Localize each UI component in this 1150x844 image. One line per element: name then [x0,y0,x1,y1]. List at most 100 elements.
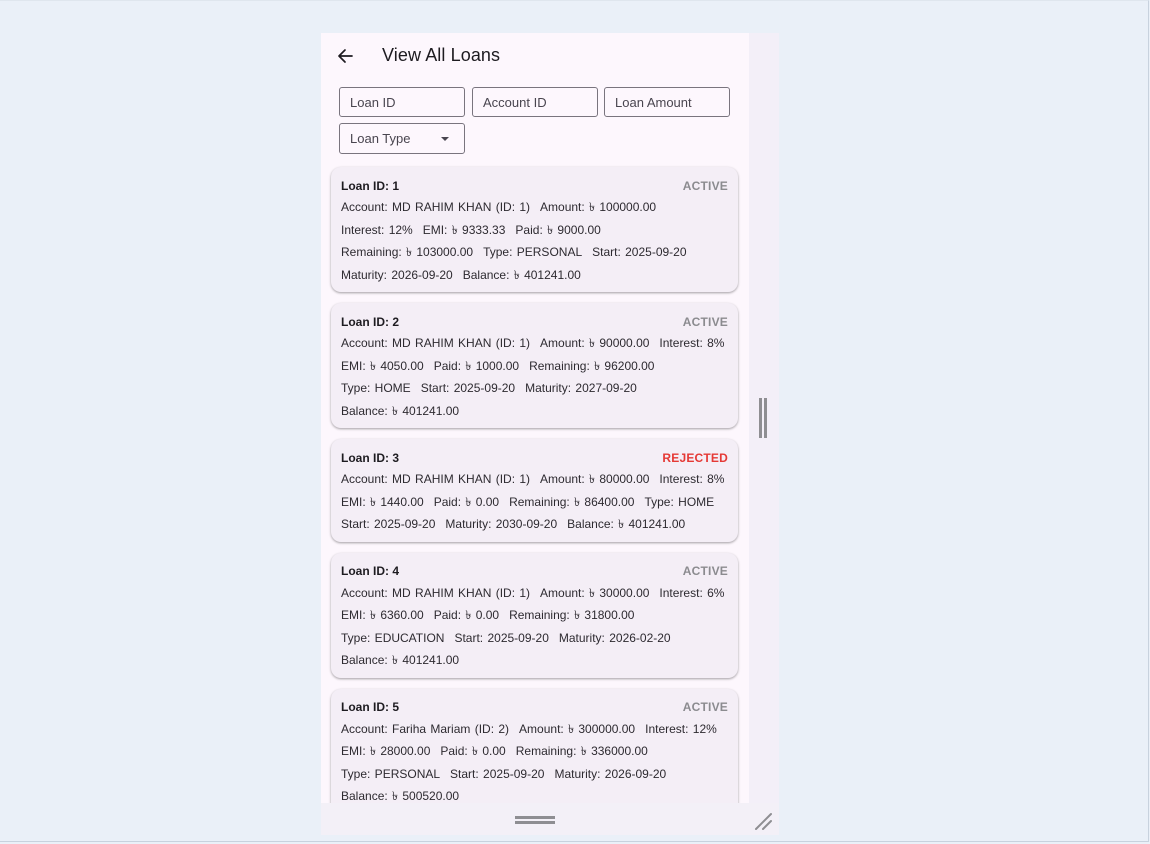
loan-amount-input[interactable] [604,87,730,117]
loan-id-label: Loan ID: 4 [341,564,400,578]
loan-detail-field: Start: 2025-09-20 [454,630,549,645]
loan-detail-field: Amount: ৳ 300000.00 [519,721,636,736]
loan-card-header: Loan ID: 3 REJECTED [341,449,728,466]
loan-detail-line: Account: Fariha Mariam (ID: 2) Amount: ৳ … [341,718,728,741]
loan-detail-field: Balance: ৳ 401241.00 [567,517,686,531]
horizontal-drag-handle[interactable] [515,816,555,824]
loan-detail-field: Amount: ৳ 30000.00 [540,585,650,600]
loan-detail-line: Balance: ৳ 401241.00 [341,649,728,672]
loan-detail-field: Amount: ৳ 80000.00 [540,472,650,486]
loan-detail-line: Account: MD RAHIM KHAN (ID: 1) Amount: ৳ … [341,582,728,605]
app-bar: View All Loans [321,33,749,79]
loan-detail-field: Balance: ৳ 500520.00 [341,789,460,803]
vertical-drag-handle[interactable] [759,398,767,438]
loan-id-label: Loan ID: 1 [341,178,400,193]
arrow-back-icon [338,49,353,63]
loan-detail-field: Maturity: 2026-09-20 [554,766,667,781]
loan-detail-field: Remaining: ৳ 31800.00 [509,608,635,622]
loan-id-input[interactable] [339,87,465,117]
loan-detail-line: Maturity: 2026-09-20 Balance: ৳ 401241.00 [341,264,728,287]
loan-detail-field: Start: 2025-09-20 [341,517,436,531]
loan-detail-field: Type: HOME [644,494,715,509]
loan-detail-field: Balance: ৳ 401241.00 [341,653,460,667]
loan-list[interactable]: Loan ID: 1 ACTIVE Account: MD RAHIM KHAN (… [331,167,738,803]
loan-detail-line: Start: 2025-09-20 Maturity: 2030-09-20 Bal… [341,513,728,536]
loan-detail-field: Start: 2025-09-20 [450,766,545,781]
back-button[interactable] [333,43,357,69]
loan-detail-line: Account: MD RAHIM KHAN (ID: 1) Amount: ৳ … [341,332,728,355]
loan-detail-field: Amount: ৳ 90000.00 [540,336,650,350]
loan-card[interactable]: Loan ID: 2 ACTIVE Account: MD RAHIM KHAN (… [331,303,738,428]
loan-detail-field: Maturity: 2026-02-20 [558,630,671,645]
loan-detail-line: Remaining: ৳ 103000.00 Type: PERSONAL Star… [341,241,728,264]
loan-detail-field: Interest: 12% [341,222,413,237]
loan-detail-field: Account: Fariha Mariam (ID: 2) [341,721,510,736]
loan-detail-field: EMI: ৳ 9333.33 [422,222,506,237]
loan-card-header: Loan ID: 1 ACTIVE [341,177,728,194]
loan-card-header: Loan ID: 5 ACTIVE [341,699,728,716]
status-badge: ACTIVE [682,564,728,578]
loan-detail-field: Paid: ৳ 9000.00 [515,222,601,237]
loan-id-label: Loan ID: 2 [341,314,400,329]
app-window: View All Loans Loan Type Loan ID: 1 ACTIV… [321,33,779,835]
loan-detail-field: Account: MD RAHIM KHAN (ID: 1) [341,472,531,486]
loan-detail-field: Type: PERSONAL [483,245,583,259]
loan-detail-field: Paid: ৳ 0.00 [433,608,500,622]
resize-grip-icon[interactable] [753,811,773,831]
loan-detail-field: Type: EDUCATION [341,630,445,645]
loan-detail-line: EMI: ৳ 6360.00 Paid: ৳ 0.00 Remaining: ৳ 3… [341,604,728,627]
loan-detail-field: Interest: 8% [659,336,725,350]
loan-detail-line: Account: MD RAHIM KHAN (ID: 1) Amount: ৳ … [341,196,728,219]
loan-detail-line: Type: PERSONAL Start: 2025-09-20 Maturity:… [341,763,728,786]
loan-card[interactable]: Loan ID: 4 ACTIVE Account: MD RAHIM KHAN (… [331,552,738,678]
loan-detail-line: Account: MD RAHIM KHAN (ID: 1) Amount: ৳ … [341,468,728,491]
loan-detail-field: Type: PERSONAL [341,766,441,781]
bottom-bar [321,803,779,835]
loan-detail-field: Account: MD RAHIM KHAN (ID: 1) [341,200,531,214]
loan-detail-field: Interest: 8% [659,472,725,486]
loan-detail-line: Type: EDUCATION Start: 2025-09-20 Maturity… [341,627,728,650]
status-badge: ACTIVE [682,700,728,714]
loan-detail-field: Type: HOME [341,381,411,395]
page-title: View All Loans [382,45,501,65]
loan-detail-field: Remaining: ৳ 86400.00 [509,494,635,509]
loan-detail-field: Start: 2025-09-20 [592,245,687,259]
loan-type-label: Loan Type [350,131,411,146]
loan-detail-field: Amount: ৳ 100000.00 [540,200,657,214]
loan-detail-line: Balance: ৳ 500520.00 [341,785,728,803]
loan-detail-line: EMI: ৳ 4050.00 Paid: ৳ 1000.00 Remaining: … [341,355,728,378]
status-badge: ACTIVE [682,178,728,193]
loan-detail-field: Account: MD RAHIM KHAN (ID: 1) [341,336,531,350]
app-body: View All Loans Loan Type Loan ID: 1 ACTIV… [321,33,749,803]
dropdown-arrow-icon [441,137,449,141]
loan-detail-field: Remaining: ৳ 96200.00 [529,358,655,373]
loan-detail-field: Paid: ৳ 1000.00 [433,358,520,373]
loan-detail-line: EMI: ৳ 28000.00 Paid: ৳ 0.00 Remaining: ৳ … [341,740,728,763]
loan-detail-field: Paid: ৳ 0.00 [433,494,500,509]
loan-type-dropdown[interactable]: Loan Type [339,123,465,154]
loan-detail-field: EMI: ৳ 4050.00 [341,358,424,373]
loan-detail-field: Maturity: 2026-09-20 [341,267,453,282]
loan-card[interactable]: Loan ID: 5 ACTIVE Account: Fariha Mariam (… [331,688,738,803]
loan-detail-field: EMI: ৳ 6360.00 [341,608,424,622]
loan-detail-field: EMI: ৳ 28000.00 [341,744,431,758]
loan-detail-field: Start: 2025-09-20 [420,381,516,395]
loan-card[interactable]: Loan ID: 3 REJECTED Account: MD RAHIM KHAN… [331,439,738,542]
account-id-input[interactable] [472,87,598,117]
loan-card-header: Loan ID: 4 ACTIVE [341,563,728,580]
loan-detail-line: Balance: ৳ 401241.00 [341,400,728,423]
loan-detail-field: Remaining: ৳ 103000.00 [341,245,474,259]
loan-card[interactable]: Loan ID: 1 ACTIVE Account: MD RAHIM KHAN (… [331,167,738,292]
loan-detail-field: Balance: ৳ 401241.00 [462,267,581,282]
loan-detail-line: Type: HOME Start: 2025-09-20 Maturity: 202… [341,377,728,400]
loan-detail-field: Interest: 12% [645,721,717,736]
loan-id-label: Loan ID: 5 [341,700,400,714]
loan-id-label: Loan ID: 3 [341,450,400,465]
loan-detail-field: Maturity: 2030-09-20 [445,517,558,531]
loan-detail-field: Paid: ৳ 0.00 [440,744,506,758]
loan-detail-field: Maturity: 2027-09-20 [525,381,637,395]
loan-detail-field: Remaining: ৳ 336000.00 [515,744,648,758]
loan-card-header: Loan ID: 2 ACTIVE [341,313,728,330]
status-badge: ACTIVE [682,314,728,329]
loan-detail-field: Interest: 6% [659,585,725,600]
